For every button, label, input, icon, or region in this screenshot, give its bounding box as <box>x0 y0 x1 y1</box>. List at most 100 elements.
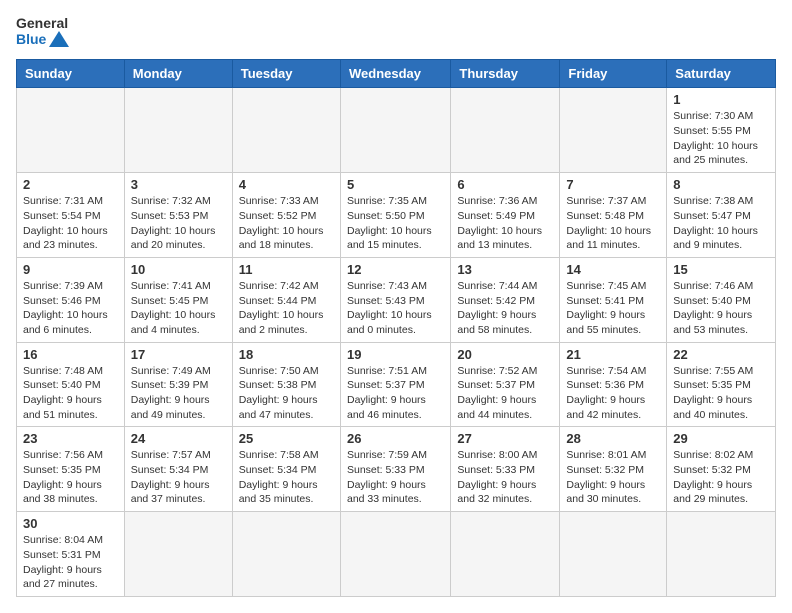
day-number: 17 <box>131 347 226 362</box>
calendar-day-cell: 24 Sunrise: 7:57 AM Sunset: 5:34 PM Dayli… <box>124 427 232 512</box>
calendar-day-cell: 6 Sunrise: 7:36 AM Sunset: 5:49 PM Daylig… <box>451 173 560 258</box>
day-number: 18 <box>239 347 334 362</box>
day-number: 1 <box>673 92 769 107</box>
calendar-day-cell: 18 Sunrise: 7:50 AM Sunset: 5:38 PM Dayli… <box>232 342 340 427</box>
day-info: Sunrise: 7:54 AM Sunset: 5:36 PM Dayligh… <box>566 364 660 423</box>
calendar-week-row: 30 Sunrise: 8:04 AM Sunset: 5:31 PM Dayli… <box>17 512 776 597</box>
day-info: Sunrise: 7:44 AM Sunset: 5:42 PM Dayligh… <box>457 279 553 338</box>
calendar-week-row: 23 Sunrise: 7:56 AM Sunset: 5:35 PM Dayli… <box>17 427 776 512</box>
calendar-day-cell: 27Sunrise: 8:00 AM Sunset: 5:33 PM Dayli… <box>451 427 560 512</box>
calendar-week-row: 1Sunrise: 7:30 AM Sunset: 5:55 PM Daylig… <box>17 88 776 173</box>
logo: General Blue <box>16 16 69 47</box>
calendar-day-cell: 26Sunrise: 7:59 AM Sunset: 5:33 PM Dayli… <box>340 427 450 512</box>
day-number: 5 <box>347 177 444 192</box>
day-info: Sunrise: 7:58 AM Sunset: 5:34 PM Dayligh… <box>239 448 334 507</box>
day-info: Sunrise: 7:50 AM Sunset: 5:38 PM Dayligh… <box>239 364 334 423</box>
calendar-day-cell: 9 Sunrise: 7:39 AM Sunset: 5:46 PM Daylig… <box>17 257 125 342</box>
day-number: 12 <box>347 262 444 277</box>
day-number: 11 <box>239 262 334 277</box>
day-info: Sunrise: 7:42 AM Sunset: 5:44 PM Dayligh… <box>239 279 334 338</box>
calendar-day-cell: 23 Sunrise: 7:56 AM Sunset: 5:35 PM Dayli… <box>17 427 125 512</box>
day-number: 13 <box>457 262 553 277</box>
day-info: Sunrise: 7:59 AM Sunset: 5:33 PM Dayligh… <box>347 448 444 507</box>
day-number: 9 <box>23 262 118 277</box>
calendar-day-cell <box>232 88 340 173</box>
weekday-header-sunday: Sunday <box>17 60 125 88</box>
day-info: Sunrise: 8:00 AM Sunset: 5:33 PM Dayligh… <box>457 448 553 507</box>
calendar-day-cell <box>232 512 340 597</box>
calendar-day-cell: 14Sunrise: 7:45 AM Sunset: 5:41 PM Dayli… <box>560 257 667 342</box>
calendar-day-cell: 12 Sunrise: 7:43 AM Sunset: 5:43 PM Dayli… <box>340 257 450 342</box>
calendar-day-cell: 30 Sunrise: 8:04 AM Sunset: 5:31 PM Dayli… <box>17 512 125 597</box>
calendar-day-cell <box>451 88 560 173</box>
calendar-day-cell <box>340 88 450 173</box>
calendar-day-cell: 29Sunrise: 8:02 AM Sunset: 5:32 PM Dayli… <box>667 427 776 512</box>
calendar-day-cell: 25 Sunrise: 7:58 AM Sunset: 5:34 PM Dayli… <box>232 427 340 512</box>
day-info: Sunrise: 7:31 AM Sunset: 5:54 PM Dayligh… <box>23 194 118 253</box>
day-info: Sunrise: 7:57 AM Sunset: 5:34 PM Dayligh… <box>131 448 226 507</box>
day-info: Sunrise: 8:04 AM Sunset: 5:31 PM Dayligh… <box>23 533 118 592</box>
calendar-day-cell <box>124 88 232 173</box>
calendar-day-cell: 13 Sunrise: 7:44 AM Sunset: 5:42 PM Dayli… <box>451 257 560 342</box>
calendar-day-cell: 15Sunrise: 7:46 AM Sunset: 5:40 PM Dayli… <box>667 257 776 342</box>
day-info: Sunrise: 7:39 AM Sunset: 5:46 PM Dayligh… <box>23 279 118 338</box>
calendar-day-cell: 20 Sunrise: 7:52 AM Sunset: 5:37 PM Dayli… <box>451 342 560 427</box>
calendar-day-cell: 4Sunrise: 7:33 AM Sunset: 5:52 PM Daylig… <box>232 173 340 258</box>
day-info: Sunrise: 7:33 AM Sunset: 5:52 PM Dayligh… <box>239 194 334 253</box>
day-info: Sunrise: 7:46 AM Sunset: 5:40 PM Dayligh… <box>673 279 769 338</box>
day-number: 21 <box>566 347 660 362</box>
calendar-day-cell: 21 Sunrise: 7:54 AM Sunset: 5:36 PM Dayli… <box>560 342 667 427</box>
day-number: 6 <box>457 177 553 192</box>
calendar-day-cell: 5 Sunrise: 7:35 AM Sunset: 5:50 PM Daylig… <box>340 173 450 258</box>
day-number: 19 <box>347 347 444 362</box>
day-info: Sunrise: 8:01 AM Sunset: 5:32 PM Dayligh… <box>566 448 660 507</box>
day-info: Sunrise: 7:56 AM Sunset: 5:35 PM Dayligh… <box>23 448 118 507</box>
calendar-day-cell <box>17 88 125 173</box>
day-info: Sunrise: 7:45 AM Sunset: 5:41 PM Dayligh… <box>566 279 660 338</box>
weekday-header-wednesday: Wednesday <box>340 60 450 88</box>
weekday-header-saturday: Saturday <box>667 60 776 88</box>
calendar-day-cell <box>340 512 450 597</box>
calendar-day-cell: 16 Sunrise: 7:48 AM Sunset: 5:40 PM Dayli… <box>17 342 125 427</box>
calendar-day-cell: 3Sunrise: 7:32 AM Sunset: 5:53 PM Daylig… <box>124 173 232 258</box>
calendar-day-cell: 22 Sunrise: 7:55 AM Sunset: 5:35 PM Dayli… <box>667 342 776 427</box>
day-number: 30 <box>23 516 118 531</box>
calendar-day-cell <box>560 512 667 597</box>
calendar-day-cell: 11 Sunrise: 7:42 AM Sunset: 5:44 PM Dayli… <box>232 257 340 342</box>
calendar-week-row: 9 Sunrise: 7:39 AM Sunset: 5:46 PM Daylig… <box>17 257 776 342</box>
day-number: 7 <box>566 177 660 192</box>
day-info: Sunrise: 7:35 AM Sunset: 5:50 PM Dayligh… <box>347 194 444 253</box>
day-number: 3 <box>131 177 226 192</box>
day-number: 16 <box>23 347 118 362</box>
day-number: 24 <box>131 431 226 446</box>
calendar-week-row: 16 Sunrise: 7:48 AM Sunset: 5:40 PM Dayli… <box>17 342 776 427</box>
day-number: 10 <box>131 262 226 277</box>
calendar-day-cell: 7 Sunrise: 7:37 AM Sunset: 5:48 PM Daylig… <box>560 173 667 258</box>
day-number: 8 <box>673 177 769 192</box>
calendar-day-cell: 19Sunrise: 7:51 AM Sunset: 5:37 PM Dayli… <box>340 342 450 427</box>
logo-blue-text: Blue <box>16 31 69 47</box>
weekday-header-monday: Monday <box>124 60 232 88</box>
page-header: General Blue <box>16 16 776 47</box>
day-info: Sunrise: 7:49 AM Sunset: 5:39 PM Dayligh… <box>131 364 226 423</box>
day-info: Sunrise: 7:37 AM Sunset: 5:48 PM Dayligh… <box>566 194 660 253</box>
day-number: 22 <box>673 347 769 362</box>
day-number: 23 <box>23 431 118 446</box>
day-info: Sunrise: 7:43 AM Sunset: 5:43 PM Dayligh… <box>347 279 444 338</box>
calendar-day-cell: 1Sunrise: 7:30 AM Sunset: 5:55 PM Daylig… <box>667 88 776 173</box>
calendar-day-cell <box>451 512 560 597</box>
logo-triangle-icon <box>49 31 69 47</box>
day-number: 25 <box>239 431 334 446</box>
calendar-day-cell: 2Sunrise: 7:31 AM Sunset: 5:54 PM Daylig… <box>17 173 125 258</box>
weekday-header-row: SundayMondayTuesdayWednesdayThursdayFrid… <box>17 60 776 88</box>
calendar-day-cell: 8Sunrise: 7:38 AM Sunset: 5:47 PM Daylig… <box>667 173 776 258</box>
day-number: 28 <box>566 431 660 446</box>
day-info: Sunrise: 7:36 AM Sunset: 5:49 PM Dayligh… <box>457 194 553 253</box>
day-info: Sunrise: 7:55 AM Sunset: 5:35 PM Dayligh… <box>673 364 769 423</box>
weekday-header-tuesday: Tuesday <box>232 60 340 88</box>
day-info: Sunrise: 7:48 AM Sunset: 5:40 PM Dayligh… <box>23 364 118 423</box>
calendar-table: SundayMondayTuesdayWednesdayThursdayFrid… <box>16 59 776 597</box>
day-number: 20 <box>457 347 553 362</box>
calendar-day-cell: 28 Sunrise: 8:01 AM Sunset: 5:32 PM Dayli… <box>560 427 667 512</box>
day-info: Sunrise: 7:52 AM Sunset: 5:37 PM Dayligh… <box>457 364 553 423</box>
